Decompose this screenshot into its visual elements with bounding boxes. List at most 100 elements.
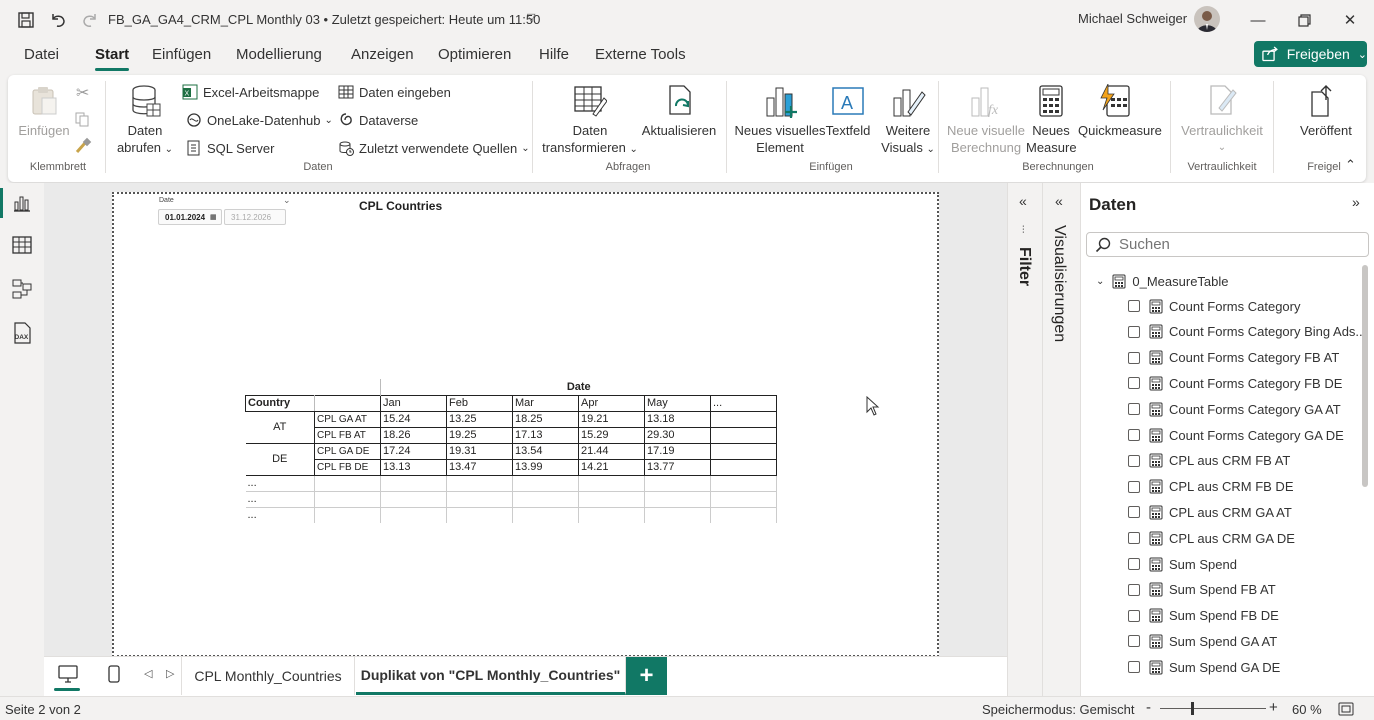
field-checkbox[interactable] [1128, 532, 1140, 545]
enter-data-button[interactable]: Daten eingeben [338, 84, 451, 100]
field-item[interactable]: Count Forms Category GA AT [1128, 398, 1341, 420]
date-to-input[interactable]: 31.12.2026 [224, 209, 286, 225]
field-checkbox[interactable] [1128, 377, 1140, 390]
zoom-in-icon[interactable]: + [1269, 699, 1278, 716]
field-checkbox[interactable] [1128, 661, 1140, 674]
restore-icon[interactable] [1292, 8, 1316, 32]
cut-icon[interactable]: ✂ [76, 83, 89, 103]
save-icon[interactable] [14, 8, 38, 32]
sql-server-button[interactable]: SQL Server [186, 140, 274, 156]
field-checkbox[interactable] [1128, 480, 1140, 493]
dax-query-view-icon[interactable]: DAX [10, 321, 34, 345]
field-item[interactable]: CPL aus CRM FB AT [1128, 450, 1290, 472]
minimize-icon[interactable]: — [1246, 8, 1270, 32]
data-pane-scrollbar[interactable] [1362, 265, 1368, 487]
field-checkbox[interactable] [1128, 454, 1140, 467]
field-item[interactable]: Count Forms Category Bing Ads... [1128, 321, 1366, 343]
field-checkbox[interactable] [1128, 300, 1140, 312]
chevron-down-icon[interactable]: ▽ [527, 11, 535, 24]
collapse-ribbon-icon[interactable]: ⌃ [1345, 157, 1356, 173]
field-item[interactable]: Sum Spend [1128, 553, 1237, 575]
zoom-slider[interactable] [1160, 708, 1266, 709]
page-tab-active[interactable]: Duplikat von "CPL Monthly_Countries" [356, 657, 626, 695]
field-checkbox[interactable] [1128, 403, 1140, 416]
transform-data-button[interactable]: Daten transformieren ⌄ [540, 122, 640, 158]
mobile-layout-icon[interactable] [108, 665, 120, 683]
field-checkbox[interactable] [1128, 583, 1140, 596]
field-item[interactable]: Count Forms Category GA DE [1128, 424, 1344, 446]
get-data-button[interactable]: Daten abrufen ⌄ [116, 122, 174, 158]
menu-optimize[interactable]: Optimieren [438, 46, 511, 63]
copy-icon[interactable] [74, 111, 90, 127]
menu-start[interactable]: Start [95, 46, 129, 63]
filter-pane[interactable]: « ⫶ Filter [1007, 183, 1042, 696]
field-item[interactable]: CPL aus CRM GA AT [1128, 501, 1292, 523]
format-painter-icon[interactable] [74, 137, 92, 155]
page-tab[interactable]: CPL Monthly_Countries [181, 657, 355, 695]
menu-view[interactable]: Anzeigen [351, 46, 414, 63]
field-item[interactable]: Sum Spend FB DE [1128, 605, 1279, 627]
field-item[interactable]: CPL aus CRM GA DE [1128, 527, 1295, 549]
field-item[interactable]: Count Forms Category FB DE [1128, 372, 1342, 394]
paste-button[interactable]: Einfügen [18, 122, 70, 139]
share-button[interactable]: Freigeben ⌄ [1254, 41, 1367, 67]
field-checkbox[interactable] [1128, 609, 1140, 622]
prev-page-icon[interactable]: ◁ [144, 667, 152, 680]
close-icon[interactable]: ✕ [1338, 8, 1362, 32]
field-checkbox[interactable] [1128, 635, 1140, 648]
desktop-layout-icon[interactable] [58, 665, 78, 683]
report-view-icon[interactable] [10, 191, 34, 215]
refresh-button[interactable]: Aktualisieren [638, 122, 720, 139]
calendar-icon[interactable]: ▦ [210, 213, 217, 221]
field-item[interactable]: Sum Spend GA AT [1128, 630, 1277, 652]
more-visuals-button[interactable]: Weitere Visuals ⌄ [874, 122, 942, 158]
next-page-icon[interactable]: ▷ [166, 667, 174, 680]
field-item[interactable]: Sum Spend GA DE [1128, 656, 1280, 678]
sensitivity-button[interactable]: Vertraulichkeit ⌄ [1174, 122, 1270, 156]
field-item[interactable]: Count Forms Category [1128, 295, 1301, 317]
avatar[interactable] [1194, 6, 1220, 32]
cpl-matrix-image[interactable]: Date Country Jan Feb Mar Apr May ... AT … [245, 379, 777, 523]
field-item[interactable]: Sum Spend FB AT [1128, 579, 1276, 601]
add-page-button[interactable]: + [626, 657, 667, 695]
table-node-measuretable[interactable]: ⌄ 0_MeasureTable [1096, 270, 1229, 292]
menu-insert[interactable]: Einfügen [152, 46, 211, 63]
model-view-icon[interactable] [10, 277, 34, 301]
field-checkbox[interactable] [1128, 506, 1140, 519]
expand-left-icon[interactable]: « [1055, 193, 1063, 209]
excel-workbook-button[interactable]: X Excel-Arbeitsmappe [182, 84, 319, 100]
field-item[interactable]: Count Forms Category FB AT [1128, 347, 1339, 369]
chevron-down-icon[interactable]: ⌄ [283, 195, 291, 206]
menu-modeling[interactable]: Modellierung [236, 46, 322, 63]
menu-help[interactable]: Hilfe [539, 46, 569, 63]
collapse-right-icon[interactable]: » [1352, 194, 1360, 210]
fit-to-page-icon[interactable] [1338, 702, 1354, 716]
recent-sources-button[interactable]: Zuletzt verwendete Quellen ⌄ [338, 140, 530, 156]
textbox-button[interactable]: Textfeld [824, 122, 872, 139]
zoom-out-icon[interactable]: - [1146, 699, 1151, 716]
zoom-slider-thumb[interactable] [1190, 702, 1194, 715]
table-view-icon[interactable] [10, 233, 34, 257]
publish-button[interactable]: Veröffent [1292, 122, 1358, 139]
redo-icon[interactable] [78, 8, 102, 32]
field-checkbox[interactable] [1128, 351, 1140, 364]
dataverse-button[interactable]: Dataverse [338, 112, 418, 128]
search-box[interactable] [1086, 232, 1369, 257]
date-from-input[interactable]: 01.01.2024 ▦ [158, 209, 222, 225]
chevron-down-icon[interactable]: ⌄ [1096, 276, 1104, 287]
onelake-button[interactable]: OneLake-Datenhub ⌄ [186, 112, 333, 128]
expand-left-icon[interactable]: « [1019, 193, 1027, 209]
field-item[interactable]: CPL aus CRM FB DE [1128, 476, 1294, 498]
field-checkbox[interactable] [1128, 429, 1140, 441]
undo-icon[interactable] [46, 8, 70, 32]
new-visual-button[interactable]: Neues visuelles Element [734, 122, 826, 156]
new-measure-button[interactable]: Neues Measure [1026, 122, 1077, 156]
new-visual-calculation-button[interactable]: Neue visuelle Berechnung [946, 122, 1026, 156]
visualizations-pane[interactable]: « Visualisierungen [1042, 183, 1080, 696]
search-input[interactable] [1119, 236, 1339, 253]
field-checkbox[interactable] [1128, 325, 1140, 338]
quick-measure-button[interactable]: Quickmeasure [1078, 122, 1162, 139]
menu-external-tools[interactable]: Externe Tools [595, 46, 686, 63]
menu-file[interactable]: Datei [24, 46, 59, 63]
field-checkbox[interactable] [1128, 558, 1140, 570]
